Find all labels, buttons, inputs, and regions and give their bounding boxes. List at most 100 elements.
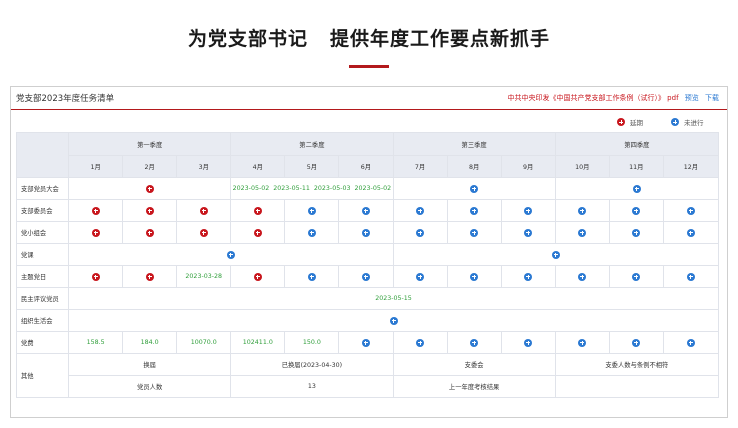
status-cell[interactable] xyxy=(554,199,610,222)
status-cell[interactable] xyxy=(122,221,178,244)
circle-plus-blue-icon[interactable] xyxy=(632,228,641,237)
status-cell[interactable] xyxy=(500,221,556,244)
circle-plus-blue-icon[interactable] xyxy=(307,206,316,215)
status-cell[interactable] xyxy=(68,221,124,244)
status-cell[interactable] xyxy=(392,221,448,244)
circle-plus-blue-icon[interactable] xyxy=(578,338,587,347)
circle-plus-blue-icon[interactable] xyxy=(470,184,479,193)
status-cell[interactable] xyxy=(608,199,664,222)
status-cell[interactable] xyxy=(662,265,720,288)
circle-plus-red-icon[interactable] xyxy=(145,206,154,215)
status-cell[interactable] xyxy=(392,331,448,354)
status-cell[interactable] xyxy=(500,265,556,288)
circle-plus-blue-icon[interactable] xyxy=(307,272,316,281)
branch-committee-status: 支委人数与条例不相符 xyxy=(554,353,720,376)
circle-plus-blue-icon[interactable] xyxy=(524,272,533,281)
circle-plus-red-icon[interactable] xyxy=(253,206,262,215)
status-cell[interactable] xyxy=(122,265,178,288)
circle-plus-blue-icon[interactable] xyxy=(578,228,587,237)
status-cell[interactable] xyxy=(446,199,502,222)
download-link[interactable]: 下载 xyxy=(705,94,719,102)
circle-plus-red-icon[interactable] xyxy=(253,272,262,281)
status-cell[interactable] xyxy=(176,199,232,222)
circle-plus-blue-icon[interactable] xyxy=(578,206,587,215)
circle-plus-red-icon[interactable] xyxy=(199,228,208,237)
circle-plus-red-icon[interactable] xyxy=(199,206,208,215)
status-cell[interactable] xyxy=(554,331,610,354)
circle-plus-red-icon[interactable] xyxy=(91,228,100,237)
status-cell[interactable] xyxy=(500,199,556,222)
circle-plus-blue-icon[interactable] xyxy=(686,206,695,215)
circle-plus-blue-icon[interactable] xyxy=(416,338,425,347)
circle-plus-blue-icon[interactable] xyxy=(416,206,425,215)
circle-plus-blue-icon[interactable] xyxy=(686,338,695,347)
status-cell[interactable] xyxy=(608,265,664,288)
circle-plus-blue-icon[interactable] xyxy=(307,228,316,237)
status-cell[interactable] xyxy=(68,243,394,266)
status-cell[interactable] xyxy=(392,265,448,288)
status-cell[interactable] xyxy=(338,331,394,354)
status-cell[interactable] xyxy=(392,243,719,266)
other-label-cell: 换届 xyxy=(68,353,232,376)
status-cell[interactable] xyxy=(446,221,502,244)
status-cell[interactable] xyxy=(68,265,124,288)
status-cell[interactable] xyxy=(338,199,394,222)
status-cell[interactable] xyxy=(392,177,556,200)
circle-plus-blue-icon[interactable] xyxy=(416,272,425,281)
circle-plus-blue-icon[interactable] xyxy=(524,338,533,347)
circle-plus-red-icon[interactable] xyxy=(253,228,262,237)
status-cell[interactable] xyxy=(68,199,124,222)
status-cell[interactable] xyxy=(662,331,720,354)
circle-plus-blue-icon[interactable] xyxy=(632,338,641,347)
status-cell[interactable] xyxy=(68,309,719,332)
status-cell[interactable] xyxy=(554,265,610,288)
circle-plus-blue-icon[interactable] xyxy=(578,272,587,281)
circle-plus-blue-icon[interactable] xyxy=(470,206,479,215)
circle-plus-blue-icon[interactable] xyxy=(361,338,370,347)
status-cell[interactable] xyxy=(176,221,232,244)
status-cell[interactable] xyxy=(338,221,394,244)
circle-plus-blue-icon[interactable] xyxy=(524,228,533,237)
status-cell[interactable] xyxy=(230,199,286,222)
circle-plus-blue-icon[interactable] xyxy=(686,272,695,281)
circle-plus-blue-icon[interactable] xyxy=(361,228,370,237)
circle-plus-blue-icon[interactable] xyxy=(361,272,370,281)
status-cell[interactable] xyxy=(122,199,178,222)
circle-plus-blue-icon[interactable] xyxy=(551,250,560,259)
status-cell[interactable] xyxy=(284,221,340,244)
status-cell[interactable] xyxy=(392,199,448,222)
circle-plus-red-icon[interactable] xyxy=(145,228,154,237)
circle-plus-blue-icon[interactable] xyxy=(632,184,641,193)
status-cell[interactable] xyxy=(662,199,720,222)
circle-plus-blue-icon[interactable] xyxy=(632,272,641,281)
status-cell[interactable] xyxy=(230,221,286,244)
circle-plus-blue-icon[interactable] xyxy=(470,228,479,237)
status-cell[interactable] xyxy=(446,331,502,354)
circle-plus-blue-icon[interactable] xyxy=(361,206,370,215)
circle-plus-blue-icon[interactable] xyxy=(226,250,235,259)
status-cell[interactable] xyxy=(284,265,340,288)
circle-plus-blue-icon[interactable] xyxy=(632,206,641,215)
circle-plus-blue-icon[interactable] xyxy=(389,316,398,325)
status-cell[interactable] xyxy=(662,221,720,244)
circle-plus-blue-icon[interactable] xyxy=(686,228,695,237)
status-cell[interactable] xyxy=(230,265,286,288)
preview-link[interactable]: 预览 xyxy=(685,94,699,102)
status-cell[interactable] xyxy=(554,177,720,200)
circle-plus-red-icon[interactable] xyxy=(91,206,100,215)
circle-plus-red-icon[interactable] xyxy=(145,272,154,281)
status-cell[interactable] xyxy=(68,177,232,200)
status-cell[interactable] xyxy=(284,199,340,222)
circle-plus-blue-icon[interactable] xyxy=(470,338,479,347)
circle-plus-blue-icon[interactable] xyxy=(524,206,533,215)
circle-plus-red-icon[interactable] xyxy=(145,184,154,193)
circle-plus-red-icon[interactable] xyxy=(91,272,100,281)
status-cell[interactable] xyxy=(608,331,664,354)
status-cell[interactable] xyxy=(338,265,394,288)
circle-plus-blue-icon[interactable] xyxy=(416,228,425,237)
status-cell[interactable] xyxy=(608,221,664,244)
status-cell[interactable] xyxy=(500,331,556,354)
status-cell[interactable] xyxy=(446,265,502,288)
status-cell[interactable] xyxy=(554,221,610,244)
circle-plus-blue-icon[interactable] xyxy=(470,272,479,281)
